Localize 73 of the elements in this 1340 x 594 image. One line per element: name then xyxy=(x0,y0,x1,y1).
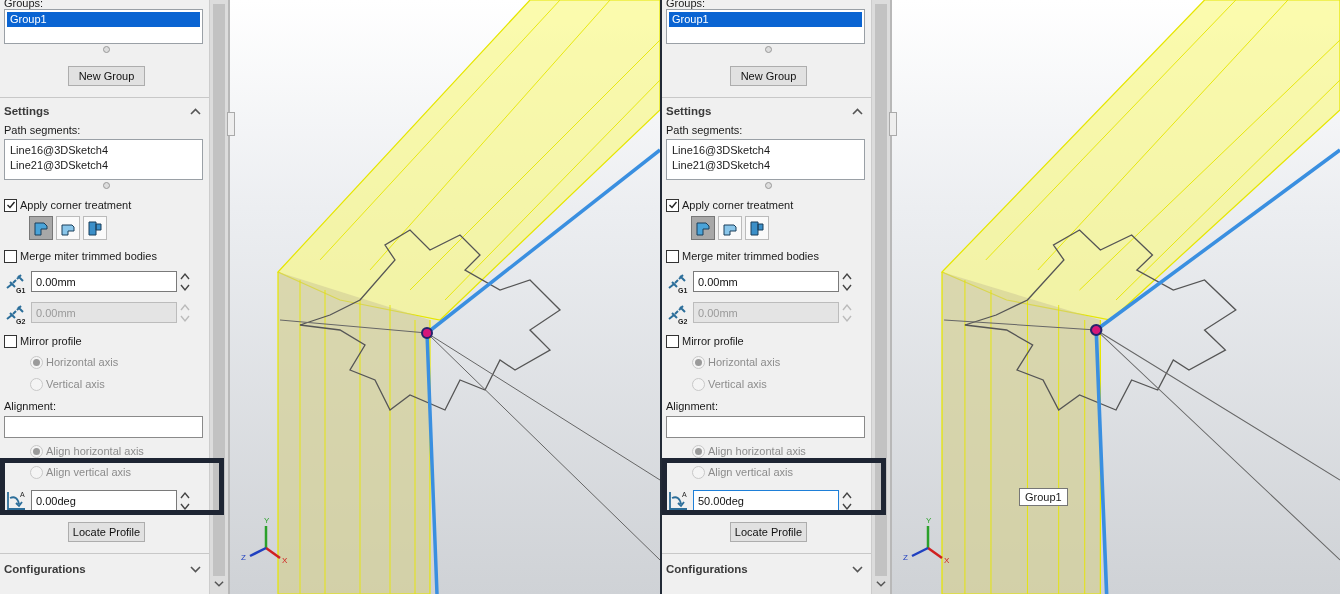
expand-chevron-icon[interactable] xyxy=(190,565,201,573)
checkbox-label: Merge miter trimmed bodies xyxy=(682,250,819,262)
groups-list[interactable]: Group1 xyxy=(4,9,203,44)
scrollbar[interactable] xyxy=(871,0,890,594)
corner-treatment-icon xyxy=(748,219,766,237)
corner-treatment-icon xyxy=(32,219,50,237)
new-group-button[interactable]: New Group xyxy=(729,66,808,86)
section-title: Settings xyxy=(666,105,712,117)
checkbox[interactable] xyxy=(666,249,679,263)
checkbox[interactable] xyxy=(666,334,679,348)
resize-handle[interactable] xyxy=(765,182,772,189)
list-item[interactable]: Line16@3DSketch4 xyxy=(669,143,862,158)
section-title: Settings xyxy=(4,105,50,117)
new-group-button[interactable]: New Group xyxy=(67,66,146,86)
radio-label: Horizontal axis xyxy=(708,356,781,368)
section-title: Configurations xyxy=(666,563,748,575)
checkbox[interactable] xyxy=(4,249,17,263)
checkbox-label: Apply corner treatment xyxy=(20,199,132,211)
radio-label: Vertical axis xyxy=(708,378,767,390)
locate-profile-button[interactable]: Locate Profile xyxy=(729,522,808,542)
locate-profile-button[interactable]: Locate Profile xyxy=(67,522,146,542)
checkbox[interactable] xyxy=(4,198,17,212)
checkbox-label: Apply corner treatment xyxy=(682,199,794,211)
resize-handle[interactable] xyxy=(103,46,110,53)
section-title: Configurations xyxy=(4,563,86,575)
radio-label: Align vertical axis xyxy=(46,466,131,478)
gap-input[interactable]: 0.00mm xyxy=(693,271,839,292)
list-item[interactable]: Line21@3DSketch4 xyxy=(669,158,862,173)
path-segments-list[interactable]: Line16@3DSketch4 Line21@3DSketch4 xyxy=(4,139,203,180)
radio-label: Align horizontal axis xyxy=(46,445,144,457)
radio-label: Horizontal axis xyxy=(46,356,119,368)
radio-label: Align vertical axis xyxy=(708,466,793,478)
tooltip: Group1 xyxy=(1019,488,1068,506)
list-item[interactable]: Line21@3DSketch4 xyxy=(7,158,200,173)
collapse-chevron-icon[interactable] xyxy=(190,107,201,115)
field-label: Path segments: xyxy=(666,124,744,136)
expand-chevron-icon[interactable] xyxy=(852,565,863,573)
groups-label: Groups: xyxy=(666,0,707,9)
list-item[interactable]: Line16@3DSketch4 xyxy=(7,143,200,158)
corner-treatment-icon xyxy=(86,219,104,237)
corner-type-button[interactable] xyxy=(56,216,80,240)
alignment-field[interactable] xyxy=(666,416,865,438)
radio-label: Vertical axis xyxy=(46,378,105,390)
splitter-handle[interactable] xyxy=(227,112,235,136)
group-list-item[interactable]: Group1 xyxy=(7,12,200,27)
corner-type-button[interactable] xyxy=(83,216,107,240)
field-label: Path segments: xyxy=(4,124,82,136)
checkbox-label: Merge miter trimmed bodies xyxy=(20,250,157,262)
radio-label: Align horizontal axis xyxy=(708,445,806,457)
scrollbar[interactable] xyxy=(209,0,228,594)
collapse-chevron-icon[interactable] xyxy=(852,107,863,115)
groups-list[interactable]: Group1 xyxy=(666,9,865,44)
checkbox-label: Mirror profile xyxy=(20,335,82,347)
corner-type-button[interactable] xyxy=(718,216,742,240)
checkbox-label: Mirror profile xyxy=(682,335,744,347)
rotation-angle-input[interactable]: 50.00deg xyxy=(693,490,839,511)
resize-handle[interactable] xyxy=(765,46,772,53)
corner-treatment-icon xyxy=(694,219,712,237)
groups-label: Groups: xyxy=(4,0,45,9)
field-label: Alignment: xyxy=(666,400,719,412)
path-segments-list[interactable]: Line16@3DSketch4 Line21@3DSketch4 xyxy=(666,139,865,180)
corner-type-button[interactable] xyxy=(745,216,769,240)
resize-handle[interactable] xyxy=(103,182,110,189)
group-list-item[interactable]: Group1 xyxy=(669,12,862,27)
3d-viewport[interactable]: Y Z X xyxy=(228,0,660,594)
alignment-field[interactable] xyxy=(4,416,203,438)
rotation-angle-input[interactable]: 0.00deg xyxy=(31,490,177,511)
3d-viewport[interactable]: Y Z X Group1 xyxy=(890,0,1340,594)
checkbox[interactable] xyxy=(4,334,17,348)
gap-input[interactable]: 0.00mm xyxy=(31,271,177,292)
field-label: Alignment: xyxy=(4,400,57,412)
splitter-handle[interactable] xyxy=(889,112,897,136)
checkbox[interactable] xyxy=(666,198,679,212)
